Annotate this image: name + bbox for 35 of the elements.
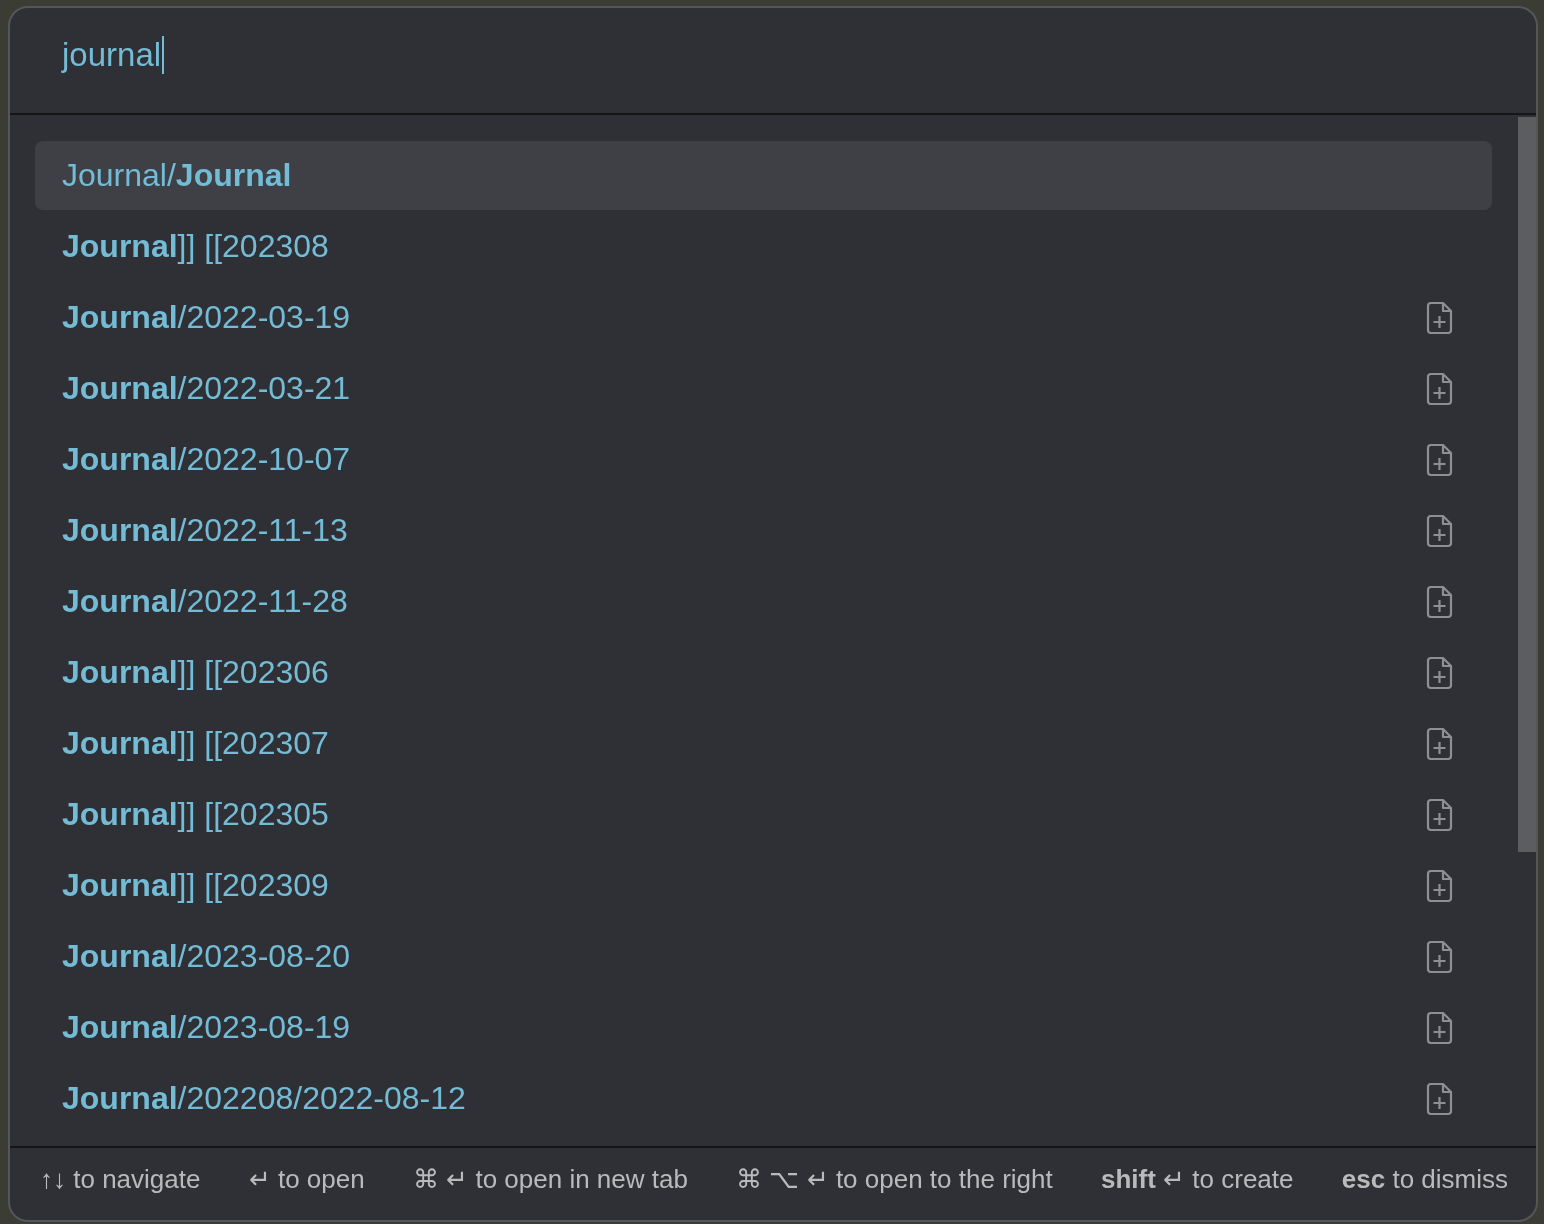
file-plus-icon: [1424, 868, 1454, 903]
result-item[interactable]: Journal/2023-08-20: [35, 922, 1492, 991]
scrollbar-thumb[interactable]: [1518, 117, 1536, 852]
result-item[interactable]: Journal/2023-08-19: [35, 993, 1492, 1062]
result-item[interactable]: Journal/2022-10-07: [35, 425, 1492, 494]
file-plus-icon: [1424, 726, 1454, 761]
file-plus-icon: [1424, 513, 1454, 548]
shortcut-hint: ⌘ ⌥ ↵ to open to the right: [736, 1163, 1053, 1195]
shortcut-hint: ↵ to open: [248, 1163, 365, 1195]
shortcut-hint: ⌘ ↵ to open in new tab: [413, 1163, 688, 1195]
file-plus-icon: [1424, 371, 1454, 406]
result-item[interactable]: Journal/Journal: [35, 141, 1492, 210]
file-plus-icon: [1424, 442, 1454, 477]
file-plus-icon: [1424, 939, 1454, 974]
file-plus-icon: [1424, 655, 1454, 690]
result-item[interactable]: Journal/2022-03-19: [35, 283, 1492, 352]
file-plus-icon: [1424, 300, 1454, 335]
shortcut-hint: shift ↵ to create: [1101, 1163, 1294, 1195]
result-item[interactable]: Journal/2022-03-21: [35, 354, 1492, 423]
result-item[interactable]: Journal/202208/2022-08-12: [35, 1064, 1492, 1133]
result-item[interactable]: Journal]] [[202305: [35, 780, 1492, 849]
file-plus-icon: [1424, 1081, 1454, 1116]
text-cursor: [162, 35, 165, 74]
result-item[interactable]: Journal]] [[202307: [35, 709, 1492, 778]
search-field[interactable]: journal: [62, 35, 165, 86]
file-plus-icon: [1424, 797, 1454, 832]
result-item[interactable]: Journal]] [[202306: [35, 638, 1492, 707]
shortcut-hint: esc to dismiss: [1341, 1163, 1508, 1195]
file-plus-icon: [1424, 1010, 1454, 1045]
result-item[interactable]: Journal]] [[202308: [35, 212, 1492, 281]
shortcut-hint: ↑↓ to navigate: [40, 1163, 201, 1195]
result-item[interactable]: Journal/2022-11-28: [35, 567, 1492, 636]
file-plus-icon: [1424, 584, 1454, 619]
result-item[interactable]: Journal/2022-11-13: [35, 496, 1492, 565]
result-item[interactable]: Journal]] [[202309: [35, 851, 1492, 920]
